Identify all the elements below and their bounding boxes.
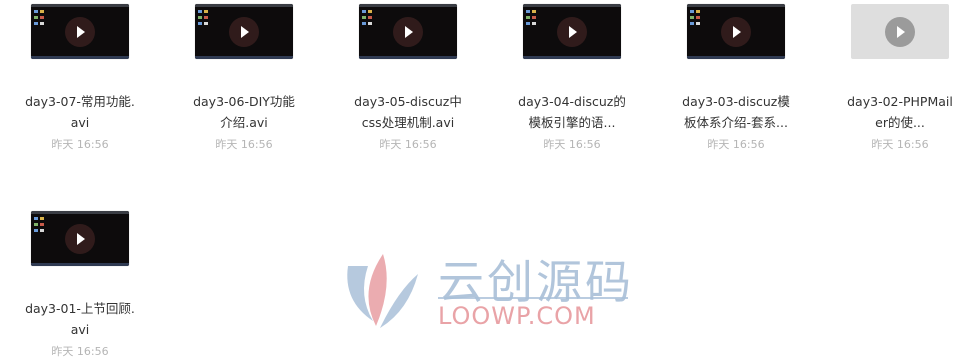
watermark-leaf-icon	[347, 254, 418, 328]
video-thumbnail[interactable]	[523, 4, 621, 59]
play-icon[interactable]	[65, 17, 95, 47]
video-file-item[interactable]: day3-05-discuz中css处理机制.avi 昨天 16:56	[333, 4, 483, 152]
video-thumbnail[interactable]	[31, 211, 129, 266]
watermark-divider	[438, 297, 628, 299]
video-file-item[interactable]: day3-01-上节回顾.avi 昨天 16:56	[5, 211, 155, 359]
watermark-logo: 云创源码 LOOWP.COM	[338, 246, 638, 336]
file-name: day3-02-PHPMailer的使...	[847, 94, 953, 130]
video-file-item[interactable]: day3-03-discuz模板体系介绍-套系... 昨天 16:56	[661, 4, 811, 152]
watermark-url: LOOWP.COM	[438, 302, 596, 330]
video-file-item[interactable]: day3-02-PHPMailer的使... 昨天 16:56	[825, 4, 966, 152]
video-file-item[interactable]: day3-06-DIY功能介绍.avi 昨天 16:56	[169, 4, 319, 152]
play-icon[interactable]	[65, 224, 95, 254]
file-grid: day3-07-常用功能.avi 昨天 16:56 day3-06-DIY功能介…	[0, 0, 966, 364]
play-icon[interactable]	[885, 17, 915, 47]
file-modified-time: 昨天 16:56	[215, 138, 273, 151]
video-file-item[interactable]: day3-07-常用功能.avi 昨天 16:56	[5, 4, 155, 152]
file-modified-time: 昨天 16:56	[379, 138, 437, 151]
video-thumbnail[interactable]	[687, 4, 785, 59]
video-thumbnail[interactable]	[195, 4, 293, 59]
file-name: day3-04-discuz的模板引擎的语...	[518, 94, 626, 130]
file-name: day3-05-discuz中css处理机制.avi	[354, 94, 462, 130]
file-modified-time: 昨天 16:56	[543, 138, 601, 151]
video-thumbnail[interactable]	[359, 4, 457, 59]
video-file-item[interactable]: day3-04-discuz的模板引擎的语... 昨天 16:56	[497, 4, 647, 152]
file-modified-time: 昨天 16:56	[51, 138, 109, 151]
play-icon[interactable]	[557, 17, 587, 47]
video-thumbnail[interactable]	[851, 4, 949, 59]
play-icon[interactable]	[229, 17, 259, 47]
file-modified-time: 昨天 16:56	[51, 345, 109, 358]
play-icon[interactable]	[721, 17, 751, 47]
file-name: day3-07-常用功能.avi	[25, 94, 135, 130]
file-name: day3-01-上节回顾.avi	[25, 301, 135, 337]
video-thumbnail[interactable]	[31, 4, 129, 59]
file-modified-time: 昨天 16:56	[707, 138, 765, 151]
file-modified-time: 昨天 16:56	[871, 138, 929, 151]
file-name: day3-03-discuz模板体系介绍-套系...	[682, 94, 790, 130]
file-name: day3-06-DIY功能介绍.avi	[193, 94, 295, 130]
play-icon[interactable]	[393, 17, 423, 47]
